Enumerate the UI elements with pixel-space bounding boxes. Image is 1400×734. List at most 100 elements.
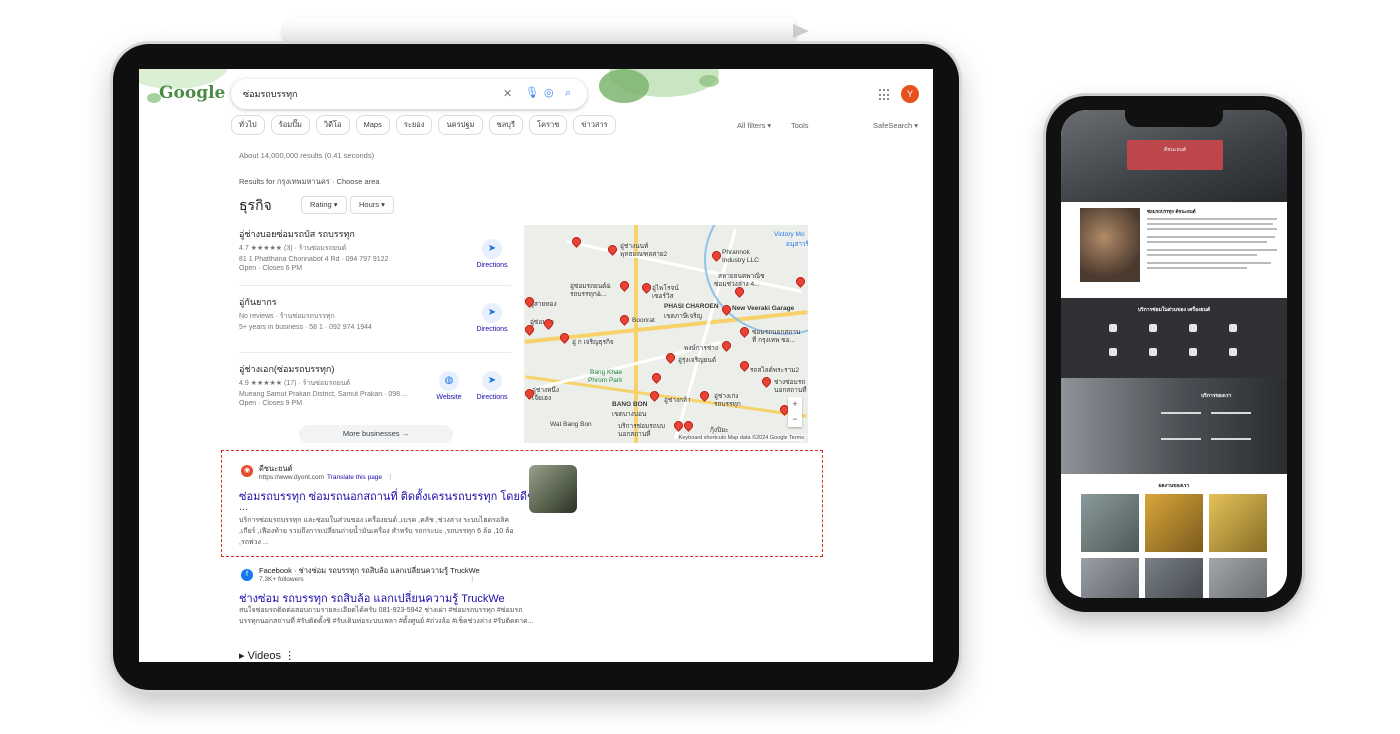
map-label: พุทธมณฑลสาย2 (620, 251, 668, 258)
engine-image (1080, 208, 1140, 282)
services-title: บริการซ่อมในส่วนของ เครื่องยนต์ (1137, 307, 1211, 313)
directions-button[interactable]: ➤ Directions (467, 303, 517, 333)
map-label: อู่ช่างกล้า (664, 397, 691, 404)
tab-chip[interactable]: ระยอง (395, 115, 433, 135)
map-pin[interactable] (618, 279, 631, 292)
map-pin[interactable] (682, 419, 695, 432)
search-tabs: ทั่วไป ร้อมปั๊ม วิดีโอ Maps ระยอง นครปฐม… (231, 115, 616, 135)
translate-link[interactable]: Translate this page (327, 474, 382, 481)
site-favicon: ◉ (241, 465, 253, 477)
more-options-icon[interactable]: ⋮ (387, 473, 394, 481)
text-line (1147, 241, 1267, 243)
website-mechanic-section: บริการของเรา (1061, 378, 1287, 474)
map-pin[interactable] (650, 371, 663, 384)
zoom-out-button[interactable]: − (788, 412, 802, 427)
tab-chip[interactable]: ข่าวสาร (573, 115, 616, 135)
search-box[interactable]: ซ่อมรถบรรทุก ✕ 🎙 ◎ ⌕ (231, 79, 587, 109)
map-label: รถบรรทุก (714, 401, 741, 408)
tab-chip[interactable]: Maps (355, 115, 390, 135)
results-for[interactable]: Results for กรุงเทพมหานคร · Choose area (239, 176, 380, 188)
result-snippet: บริการซ่อมรถบรรทุก และซ่อมในส่วนของ เครื… (239, 517, 514, 546)
tab-chip[interactable]: วิดีโอ (315, 115, 350, 135)
all-filters-button[interactable]: All filters ▾ (737, 121, 771, 130)
facebook-icon: f (241, 569, 253, 581)
gallery-image[interactable] (1209, 494, 1267, 552)
text-line (1211, 438, 1251, 440)
map-pin[interactable] (558, 331, 571, 344)
lens-icon[interactable]: ◎ (544, 87, 554, 99)
microphone-icon[interactable]: 🎙 (525, 87, 539, 99)
gallery-image[interactable] (1145, 494, 1203, 552)
rating-filter[interactable]: Rating ▾ (301, 196, 347, 214)
gallery-image[interactable] (1209, 558, 1267, 598)
map-pin[interactable] (648, 389, 661, 402)
tab-chip[interactable]: ชลบุรี (488, 115, 523, 135)
website-gallery-section: ผลงานของเรา (1061, 474, 1287, 598)
tab-chip[interactable]: นครปฐม (438, 115, 483, 135)
tab-chip[interactable]: ร้อมปั๊ม (270, 115, 310, 135)
google-logo[interactable]: Google (159, 83, 225, 103)
map-label: ที่ กรุงเทพ ซอ... (752, 337, 796, 344)
text-line (1147, 223, 1273, 225)
directions-button[interactable]: ➤ Directions (467, 239, 517, 269)
map-pin[interactable] (720, 339, 733, 352)
website-services-section: บริการซ่อมในส่วนของ เครื่องยนต์ (1061, 298, 1287, 378)
map-pin[interactable] (738, 359, 751, 372)
result-url[interactable]: https://www.dyont.com (259, 474, 324, 481)
business-address: Mueang Samut Prakan District, Samut Prak… (239, 391, 408, 398)
clear-icon[interactable]: ✕ (503, 88, 512, 100)
map-pin[interactable] (760, 375, 773, 388)
mechanic-title: บริการของเรา (1201, 393, 1232, 399)
map-zoom-controls[interactable]: + − (788, 397, 802, 427)
engine-icon (1109, 324, 1117, 332)
map-pin[interactable] (640, 281, 653, 294)
oil-icon (1229, 348, 1237, 356)
result-title-link[interactable]: ซ่อมรถบรรทุก ซ่อมรถนอกสถานที่ ติดตั้งเคร… (239, 487, 548, 505)
text-line (1147, 262, 1271, 264)
map-label: Wat Bang Bon (550, 421, 592, 428)
text-line (1161, 412, 1201, 414)
map-pin[interactable] (618, 313, 631, 326)
apps-grid-icon[interactable] (879, 89, 891, 101)
result-snippet: สนใจซ่อมรถติดต่อสอบถามรายละเอียดได้ครับ … (239, 607, 534, 625)
text-line (1161, 438, 1201, 440)
directions-icon: ➤ (482, 239, 502, 259)
mockup-stage: Google ซ่อมรถบรรทุก ✕ 🎙 ◎ ⌕ Y ทั่วไป ร้อ… (0, 0, 1400, 734)
differential-icon (1189, 348, 1197, 356)
text-line (1211, 412, 1251, 414)
about-title: ซ่อมรถบรรทุก ดีชนะยนต์ (1147, 209, 1196, 214)
text-line (1147, 267, 1247, 269)
result-thumbnail[interactable] (529, 465, 577, 513)
tab-chip[interactable]: ทั่วไป (231, 115, 265, 135)
text-line (1147, 249, 1277, 251)
text-line (1147, 228, 1277, 230)
tab-chip[interactable]: โคราช (528, 115, 568, 135)
map-label: พงษ์การช่าง (684, 345, 719, 352)
text-line (1147, 218, 1277, 220)
videos-section-heading[interactable]: ▸ Videos ⋮ (239, 649, 295, 662)
business-listing[interactable]: อู่ช่างเอก(ซ่อมรถบรรทุก) 4.9 ★★★★★ (17) … (239, 362, 419, 407)
map-credits[interactable]: Keyboard shortcuts Map data ©2024 Google… (678, 435, 804, 441)
safesearch-button[interactable]: SafeSearch ▾ (873, 121, 918, 130)
gear-icon (1149, 348, 1157, 356)
suspension-icon (1229, 324, 1237, 332)
business-name[interactable]: อู่ช่างเอก(ซ่อมรถบรรทุก) (239, 362, 419, 376)
divider (239, 285, 511, 286)
gallery-image[interactable] (1145, 558, 1203, 598)
map-label: Phrannok (722, 249, 750, 256)
tablet-device: Google ซ่อมรถบรรทุก ✕ 🎙 ◎ ⌕ Y ทั่วไป ร้อ… (113, 44, 959, 690)
tools-button[interactable]: Tools (791, 121, 809, 130)
gallery-image[interactable] (1081, 558, 1139, 598)
map-label: เซอร์วิส (652, 293, 674, 300)
avatar[interactable]: Y (901, 85, 919, 103)
search-input[interactable]: ซ่อมรถบรรทุก (243, 87, 298, 101)
map-panel[interactable]: Victory Mo อนุสาวรีย์ อู่ช่างนนท์ พุทธมณ… (524, 225, 808, 443)
more-businesses-button[interactable]: More businesses → (299, 425, 453, 443)
search-icon[interactable]: ⌕ (565, 87, 571, 99)
more-options-icon[interactable]: ⋮ (469, 575, 476, 583)
directions-button[interactable]: ➤ Directions (467, 371, 517, 401)
zoom-in-button[interactable]: + (788, 397, 802, 412)
gallery-image[interactable] (1081, 494, 1139, 552)
hours-filter[interactable]: Hours ▾ (350, 196, 394, 214)
directions-icon: ➤ (482, 371, 502, 391)
